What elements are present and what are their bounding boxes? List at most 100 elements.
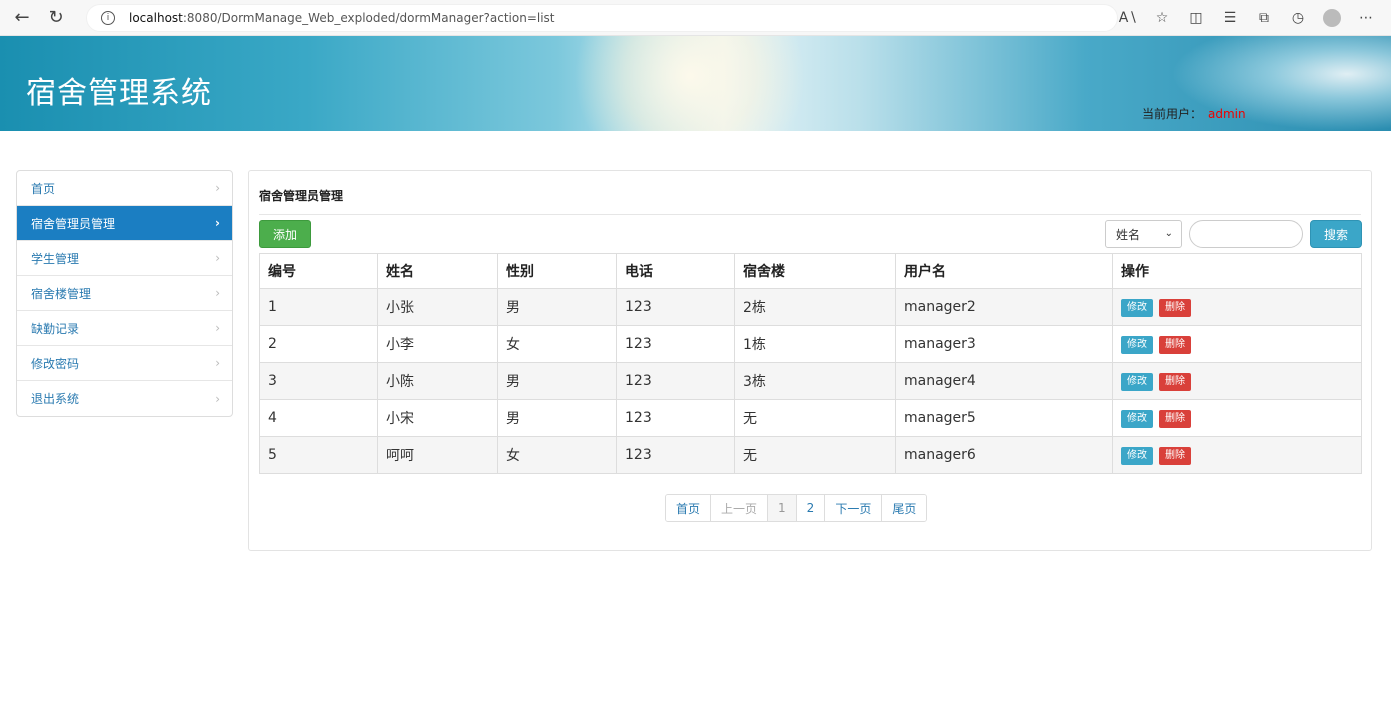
info-icon[interactable]: i	[101, 10, 115, 25]
read-aloud-icon[interactable]: A∖	[1111, 4, 1145, 32]
cell-id: 5	[259, 436, 378, 474]
cell-id: 4	[259, 399, 378, 437]
pagination-first[interactable]: 首页	[666, 495, 712, 521]
cell-actions: 修改 删除	[1112, 436, 1362, 474]
profile-avatar[interactable]	[1323, 9, 1341, 27]
col-gender-header: 性别	[497, 253, 617, 289]
chevron-right-icon: ›	[215, 181, 220, 195]
edit-button[interactable]: 修改	[1121, 335, 1153, 354]
current-user: 当前用户： admin	[1142, 105, 1246, 122]
main-panel: 宿舍管理员管理 添加 姓名 ⌄ 搜索 编号 姓名 性别 电话 宿舍楼 用户名 操…	[248, 170, 1372, 551]
url-path: :8080/DormManage_Web_exploded/dormManage…	[182, 10, 555, 25]
sidebar-item-label: 宿舍管理员管理	[31, 216, 116, 231]
cell-username: manager4	[895, 362, 1113, 400]
sidebar-item-label: 学生管理	[31, 251, 80, 266]
chevron-right-icon: ›	[215, 356, 220, 370]
sidebar-item-absence[interactable]: 缺勤记录 ›	[17, 311, 232, 346]
sidebar-item-home[interactable]: 首页 ›	[17, 171, 232, 206]
sidebar-item-logout[interactable]: 退出系统 ›	[17, 381, 232, 416]
delete-button[interactable]: 删除	[1159, 409, 1191, 428]
page-title: 宿舍管理员管理	[259, 189, 344, 203]
search-button[interactable]: 搜索	[1310, 220, 1362, 248]
pagination-last[interactable]: 尾页	[882, 495, 927, 521]
cell-actions: 修改 删除	[1112, 288, 1362, 326]
url-host: localhost	[129, 10, 183, 25]
cell-building: 3栋	[734, 362, 896, 400]
cell-name: 小宋	[377, 399, 498, 437]
history-icon[interactable]: ◷	[1281, 4, 1315, 32]
refresh-icon[interactable]: ↻	[42, 4, 70, 32]
col-actions-header: 操作	[1112, 253, 1362, 289]
chevron-down-icon: ⌄	[1164, 228, 1173, 239]
collections-icon[interactable]: ⧉	[1247, 4, 1281, 32]
chevron-right-icon: ›	[215, 286, 220, 300]
table-header-row: 编号 姓名 性别 电话 宿舍楼 用户名 操作	[259, 253, 1362, 289]
banner-sun-glow	[560, 36, 820, 131]
cell-phone: 123	[616, 325, 735, 363]
col-name-header: 姓名	[377, 253, 498, 289]
search-field-select[interactable]: 姓名 ⌄	[1105, 220, 1182, 248]
pagination: 首页 上一页 1 2 下一页 尾页	[665, 494, 928, 522]
delete-button[interactable]: 删除	[1159, 446, 1191, 465]
pagination-page-1[interactable]: 1	[768, 495, 797, 521]
more-menu-icon[interactable]: ⋯	[1349, 4, 1383, 32]
chevron-right-icon: ›	[215, 216, 220, 230]
col-username-header: 用户名	[895, 253, 1113, 289]
cell-gender: 男	[497, 288, 617, 326]
current-user-label: 当前用户：	[1142, 107, 1203, 121]
chevron-right-icon: ›	[215, 391, 220, 406]
sidebar-item-label: 退出系统	[31, 392, 80, 406]
sidebar-nav: 首页 › 宿舍管理员管理 › 学生管理 › 宿舍楼管理 › 缺勤记录 › 修改密码 › 退出…	[16, 170, 233, 417]
back-icon[interactable]: ←	[8, 4, 36, 32]
favorite-icon[interactable]: ☆	[1145, 4, 1179, 32]
delete-button[interactable]: 删除	[1159, 298, 1191, 317]
cell-building: 无	[734, 436, 896, 474]
chevron-right-icon: ›	[215, 251, 220, 265]
delete-button[interactable]: 删除	[1159, 372, 1191, 391]
table-row: 2 小李 女 123 1栋 manager3 修改 删除	[259, 325, 1362, 363]
edit-button[interactable]: 修改	[1121, 298, 1153, 317]
chevron-right-icon: ›	[215, 321, 220, 335]
cell-phone: 123	[616, 288, 735, 326]
cell-building: 2栋	[734, 288, 896, 326]
cell-username: manager5	[895, 399, 1113, 437]
cell-name: 呵呵	[377, 436, 498, 474]
cell-username: manager3	[895, 325, 1113, 363]
edit-button[interactable]: 修改	[1121, 446, 1153, 465]
search-input[interactable]	[1189, 220, 1303, 248]
cell-name: 小李	[377, 325, 498, 363]
sidebar-item-dorm-manager[interactable]: 宿舍管理员管理 ›	[17, 206, 232, 241]
pagination-page-2[interactable]: 2	[796, 495, 826, 521]
col-phone-header: 电话	[616, 253, 735, 289]
cell-actions: 修改 删除	[1112, 399, 1362, 437]
cell-name: 小张	[377, 288, 498, 326]
pagination-prev[interactable]: 上一页	[711, 495, 769, 521]
sidebar-item-password[interactable]: 修改密码 ›	[17, 346, 232, 381]
col-id-header: 编号	[259, 253, 378, 289]
split-screen-icon[interactable]: ◫	[1179, 4, 1213, 32]
add-button[interactable]: 添加	[259, 220, 311, 248]
current-user-name: admin	[1208, 107, 1246, 121]
favorites-list-icon[interactable]: ☰	[1213, 4, 1247, 32]
search-field-value: 姓名	[1116, 227, 1141, 242]
edit-button[interactable]: 修改	[1121, 372, 1153, 391]
cell-building: 无	[734, 399, 896, 437]
sidebar-item-label: 宿舍楼管理	[31, 286, 92, 301]
table-row: 4 小宋 男 123 无 manager5 修改 删除	[259, 399, 1362, 437]
table-row: 3 小陈 男 123 3栋 manager4 修改 删除	[259, 362, 1362, 400]
site-title: 宿舍管理系统	[26, 76, 212, 111]
cell-username: manager2	[895, 288, 1113, 326]
cell-name: 小陈	[377, 362, 498, 400]
pagination-next[interactable]: 下一页	[825, 495, 883, 521]
sidebar-item-buildings[interactable]: 宿舍楼管理 ›	[17, 276, 232, 311]
manager-table: 编号 姓名 性别 电话 宿舍楼 用户名 操作 1 小张 男 123 2栋 man…	[259, 253, 1362, 474]
browser-toolbar: ← ↻ i localhost:8080/DormManage_Web_expl…	[0, 0, 1391, 36]
cell-gender: 男	[497, 362, 617, 400]
header-banner: 宿舍管理系统 当前用户： admin	[0, 36, 1391, 131]
delete-button[interactable]: 删除	[1159, 335, 1191, 354]
cell-phone: 123	[616, 436, 735, 474]
edit-button[interactable]: 修改	[1121, 409, 1153, 428]
address-bar[interactable]: i localhost:8080/DormManage_Web_exploded…	[86, 3, 1118, 32]
sidebar-item-label: 首页	[31, 181, 56, 196]
sidebar-item-students[interactable]: 学生管理 ›	[17, 241, 232, 276]
